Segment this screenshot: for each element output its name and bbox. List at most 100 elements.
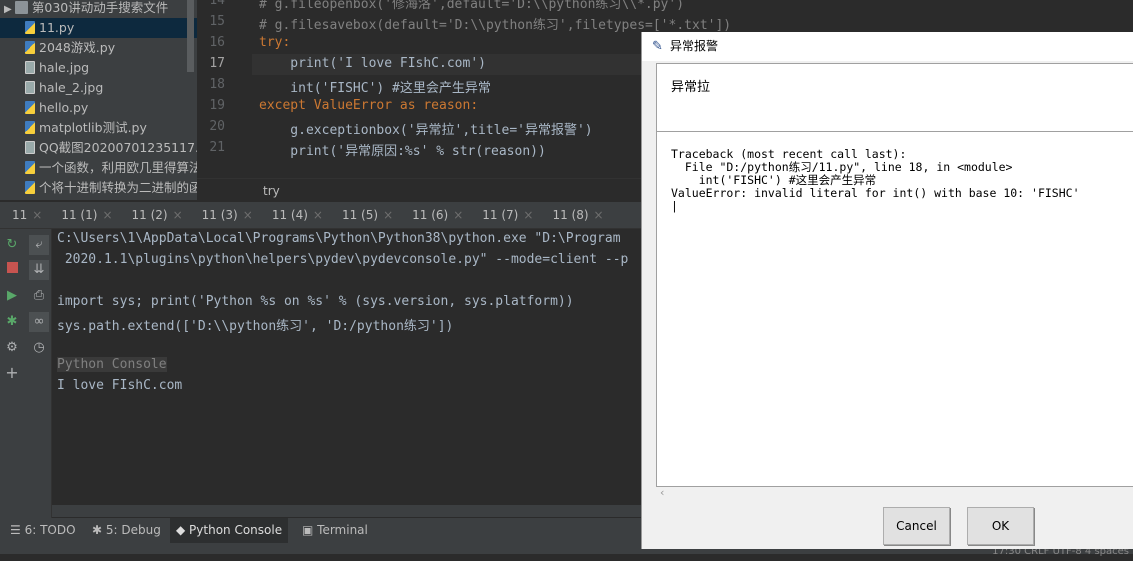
- tool-tab-terminal[interactable]: ▣ Terminal: [296, 518, 374, 543]
- stop-icon[interactable]: [2, 260, 22, 280]
- python-file-icon: [25, 21, 35, 34]
- code-line[interactable]: try:: [259, 35, 290, 50]
- tab-label: 11 (5): [341, 208, 379, 222]
- file-name: 2048游戏.py: [39, 40, 116, 55]
- add-icon[interactable]: +: [2, 363, 22, 383]
- file-tree-item[interactable]: 个将十进制转换为二进制的函数: [0, 178, 197, 198]
- close-icon[interactable]: ×: [594, 208, 604, 222]
- python-icon: ◆: [176, 523, 190, 537]
- file-name: matplotlib测试.py: [39, 120, 147, 135]
- file-tree-item[interactable]: 一个函数，利用欧几里得算法: [0, 158, 197, 178]
- soft-wrap-icon[interactable]: ⤶: [29, 235, 49, 255]
- breadcrumb[interactable]: try: [197, 178, 641, 202]
- console-line: I love FIshC.com: [57, 378, 183, 393]
- python-console-output[interactable]: C:\Users\1\AppData\Local\Programs\Python…: [52, 229, 641, 505]
- console-line: import sys; print('Python %s on %s' % (s…: [57, 294, 574, 309]
- file-tree-item[interactable]: hale.jpg: [0, 58, 197, 78]
- close-icon[interactable]: ×: [173, 208, 183, 222]
- horizontal-scrollbar[interactable]: [52, 505, 641, 517]
- close-icon[interactable]: ×: [453, 208, 463, 222]
- file-tree-item[interactable]: hello.py: [0, 98, 197, 118]
- console-tab[interactable]: 11 (4) ×: [260, 202, 330, 228]
- tool-window-tabs: ☰ 6: TODO ✱ 5: Debug ◆ Python Console ▣ Ter…: [0, 518, 641, 543]
- dialog-title-bar: ✎ 异常报警: [642, 32, 1133, 61]
- code-line[interactable]: g.exceptionbox('异常拉',title='异常报警'): [259, 119, 592, 138]
- file-tree-item[interactable]: ▶ 第030讲动动手搜索文件: [0, 0, 197, 18]
- console-tab[interactable]: 11 (2) ×: [120, 202, 190, 228]
- console-tab[interactable]: 11 (3) ×: [190, 202, 260, 228]
- history-icon[interactable]: ◷: [29, 338, 49, 358]
- close-icon[interactable]: ×: [32, 208, 42, 222]
- bug-icon: ✱: [92, 523, 106, 537]
- file-name: hale.jpg: [39, 60, 90, 75]
- expand-arrow-icon[interactable]: ▶: [4, 4, 15, 15]
- file-tree-item[interactable]: matplotlib测试.py: [0, 118, 197, 138]
- tab-label: 11 (7): [482, 208, 519, 222]
- cancel-button[interactable]: Cancel: [883, 507, 950, 545]
- console-line: 2020.1.1\plugins\python\helpers\pydev\py…: [57, 252, 629, 267]
- scroll-left-arrow-icon[interactable]: ‹: [660, 486, 664, 499]
- console-tab[interactable]: 11 (7) ×: [470, 202, 540, 228]
- line-number: 18: [209, 77, 225, 92]
- file-tree-item[interactable]: 2048游戏.py: [0, 38, 197, 58]
- console-tab[interactable]: 11 (8) ×: [540, 202, 610, 228]
- code-line[interactable]: print('异常原因:%s' % str(reason)): [259, 140, 546, 159]
- project-tree: ▶ 第030讲动动手搜索文件 11.py 2048游戏.py hale.jpg hale…: [0, 0, 197, 200]
- close-icon[interactable]: ×: [102, 208, 112, 222]
- tool-tab-python-console[interactable]: ◆ Python Console: [170, 518, 289, 543]
- console-tab[interactable]: 11 ×: [0, 202, 49, 228]
- python-file-icon: [25, 121, 35, 134]
- python-file-icon: [25, 181, 35, 194]
- code-line[interactable]: print('I love FIshC.com'): [259, 56, 486, 71]
- close-icon[interactable]: ×: [243, 208, 253, 222]
- ok-button[interactable]: OK: [967, 507, 1034, 545]
- tab-label: 11 (2): [131, 208, 168, 222]
- code-line[interactable]: except ValueError as reason:: [259, 98, 478, 113]
- tab-label: 11 (6): [412, 208, 449, 222]
- show-variables-icon[interactable]: ∞: [29, 312, 49, 332]
- rerun-icon[interactable]: ↻: [2, 235, 22, 255]
- console-tab[interactable]: 11 (5) ×: [330, 202, 400, 228]
- console-tab[interactable]: 11 (6) ×: [400, 202, 470, 228]
- print-icon[interactable]: ⎙: [29, 286, 49, 306]
- python-file-icon: [25, 41, 35, 54]
- file-name: hello.py: [39, 100, 89, 115]
- tab-label: 11: [12, 208, 28, 222]
- settings-icon[interactable]: ⚙: [2, 338, 22, 358]
- debug-icon[interactable]: ✱: [2, 312, 22, 332]
- console-toolbar: ↻ ▶ ✱ ⚙ +: [0, 229, 25, 518]
- tool-tab-label: 5: Debug: [105, 523, 161, 537]
- line-number: 20: [209, 119, 225, 134]
- close-icon[interactable]: ×: [383, 208, 393, 222]
- traceback-textbox[interactable]: Traceback (most recent call last): File …: [656, 131, 1133, 487]
- file-name: 个将十进制转换为二进制的函数: [39, 180, 197, 195]
- tab-label: 11 (3): [201, 208, 238, 222]
- line-number: 21: [209, 140, 225, 155]
- file-name: 一个函数，利用欧几里得算法: [39, 160, 197, 175]
- tool-tab--debug[interactable]: ✱ 5: Debug: [86, 518, 167, 543]
- code-editor[interactable]: 14 # g.fileopenbox('修海洛',default='D:\\pyt…: [197, 0, 731, 178]
- code-line[interactable]: int('FISHC') #这里会产生异常: [259, 77, 491, 96]
- scroll-to-end-icon[interactable]: ⇊: [29, 260, 49, 280]
- image-file-icon: [25, 141, 35, 154]
- file-tree-item[interactable]: hale_2.jpg: [0, 78, 197, 98]
- tool-tab--todo[interactable]: ☰ 6: TODO: [4, 518, 82, 543]
- run-icon[interactable]: ▶: [2, 286, 22, 306]
- terminal-icon: ▣: [302, 523, 318, 537]
- tk-feather-icon: ✎: [652, 39, 663, 54]
- console-line: sys.path.extend(['D:\\python练习', 'D:/pyt…: [57, 319, 454, 334]
- dialog-title: 异常报警: [670, 39, 719, 53]
- image-file-icon: [25, 81, 35, 94]
- close-icon[interactable]: ×: [313, 208, 323, 222]
- console-tab[interactable]: 11 (1) ×: [49, 202, 119, 228]
- file-name: 11.py: [39, 20, 75, 35]
- code-line[interactable]: # g.fileopenbox('修海洛',default='D:\\pytho…: [259, 0, 684, 12]
- console-toolbar-2: ⤶ ⇊ ⎙ ∞ ◷: [25, 229, 52, 518]
- console-line: C:\Users\1\AppData\Local\Programs\Python…: [57, 231, 621, 246]
- file-tree-item[interactable]: 11.py: [0, 18, 197, 38]
- file-tree-item[interactable]: QQ截图20200701235117.png: [0, 138, 197, 158]
- tree-scrollbar[interactable]: [187, 0, 194, 72]
- code-line[interactable]: # g.filesavebox(default='D:\\python练习',f…: [259, 14, 731, 33]
- close-icon[interactable]: ×: [523, 208, 533, 222]
- dialog-message: 异常拉: [656, 63, 1133, 132]
